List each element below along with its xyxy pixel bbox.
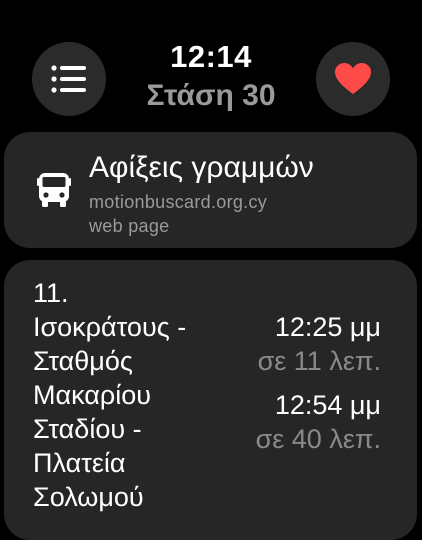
arrival-eta: σε 11 λεπ. — [257, 346, 381, 376]
route-name-line: Πλατεία — [33, 448, 126, 478]
link-kind: web page — [89, 216, 170, 236]
list-icon — [51, 65, 86, 93]
page-title: Στάση 30 — [146, 79, 276, 112]
route-name-line: Μακαρίου — [33, 380, 152, 410]
arrival-time: 12:54 μμ — [274, 390, 381, 420]
route-name-line: Σταθμός — [33, 346, 133, 376]
route-name-line: Ισοκράτους - — [33, 312, 187, 342]
arrival-times: 12:25 μμ σε 11 λεπ. 12:54 μμ σε 40 λεπ. — [256, 310, 381, 456]
link-domain: motionbuscard.org.cy — [89, 192, 268, 212]
route-name-line: Σταδίου - — [33, 414, 142, 444]
header: 12:14 Στάση 30 — [100, 38, 322, 116]
bus-icon — [37, 173, 71, 207]
route-card[interactable]: 11. Ισοκράτους - Σταθμός Μακαρίου Σταδίο… — [4, 260, 417, 540]
clock: 12:14 — [170, 39, 252, 74]
route-number: 11. — [33, 278, 69, 308]
favorite-button[interactable] — [316, 42, 390, 116]
route-name-line: Σολωμού — [33, 482, 144, 512]
route-name: Ισοκράτους - Σταθμός Μακαρίου Σταδίου - … — [33, 310, 233, 514]
link-title: Αφίξεις γραμμών — [89, 151, 314, 184]
menu-button[interactable] — [32, 42, 106, 116]
arrival-time: 12:25 μμ — [274, 312, 381, 342]
arrival-eta: σε 40 λεπ. — [255, 424, 381, 454]
heart-icon — [335, 63, 371, 94]
web-link-card[interactable]: Αφίξεις γραμμών motionbuscard.org.cy web… — [4, 132, 417, 248]
